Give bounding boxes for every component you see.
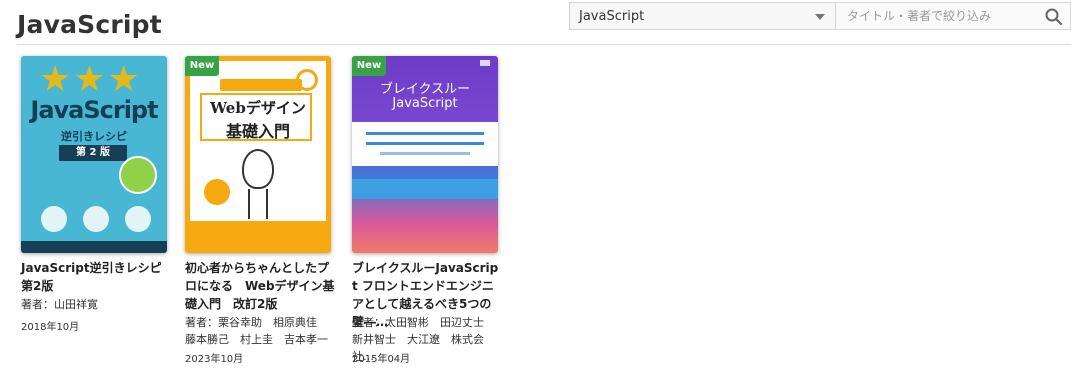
cover-jquery-band (352, 179, 498, 199)
filter-bar: JavaScript (569, 2, 1071, 30)
cover-title-line1: Webデザイン (210, 99, 306, 117)
cover-title-line1: ブレイクスルー (379, 82, 471, 97)
publisher-logo (480, 60, 490, 66)
cover-label-band (220, 79, 302, 91)
category-select-value: JavaScript (579, 8, 645, 24)
cover-footer-band (190, 224, 326, 248)
book-author: 著者：栗谷幸助 相原典佳 藤本勝己 村上圭 吉本孝一 (185, 316, 328, 346)
ladder-illustration (248, 189, 268, 219)
cover-edition: 第 2 版 (59, 145, 127, 161)
search-input[interactable] (836, 3, 1070, 29)
cover-subtitle: 逆引きレシピ (61, 130, 127, 143)
page-title: JavaScript (17, 10, 162, 39)
search-icon[interactable] (1044, 7, 1064, 27)
cover-title-line2: JavaScript (392, 96, 458, 111)
search-box (836, 3, 1070, 29)
book-date: 2015年04月 (352, 354, 411, 365)
category-select[interactable]: JavaScript (570, 3, 836, 29)
seal-decoration (119, 156, 157, 194)
book-date: 2023年10月 (185, 354, 244, 365)
book-cover-image[interactable]: ★★★ JavaScript 逆引きレシピ 第 2 版 (21, 56, 167, 253)
edition-badge (204, 179, 230, 205)
cover-subtitle-box (352, 122, 498, 166)
book-cover-image[interactable]: Webデザイン 基礎入門 New (185, 56, 331, 253)
cover-panel: Webデザイン 基礎入門 (190, 61, 326, 221)
character-illustration (242, 149, 274, 189)
book-cover-image[interactable]: ブレイクスルー JavaScript New (352, 56, 498, 253)
new-badge: New (352, 56, 386, 76)
clock-icon (296, 69, 318, 91)
book-author: 著者：山田祥寛 (21, 298, 98, 311)
book-title[interactable]: 初心者からちゃんとしたプロになる Webデザイン基礎入門 改訂2版 (185, 259, 335, 313)
stars-decoration: ★★★ (39, 59, 142, 100)
book-date: 2018年10月 (21, 322, 80, 333)
feature-circles (41, 206, 151, 232)
cover-footer-band (21, 241, 167, 253)
new-badge: New (185, 56, 219, 76)
chevron-down-icon (815, 14, 825, 20)
cover-title-line2: 基礎入門 (225, 122, 290, 141)
header-divider (17, 44, 1071, 45)
book-title[interactable]: JavaScript逆引きレシピ 第2版 (21, 259, 171, 295)
cover-title: JavaScript (30, 96, 158, 124)
